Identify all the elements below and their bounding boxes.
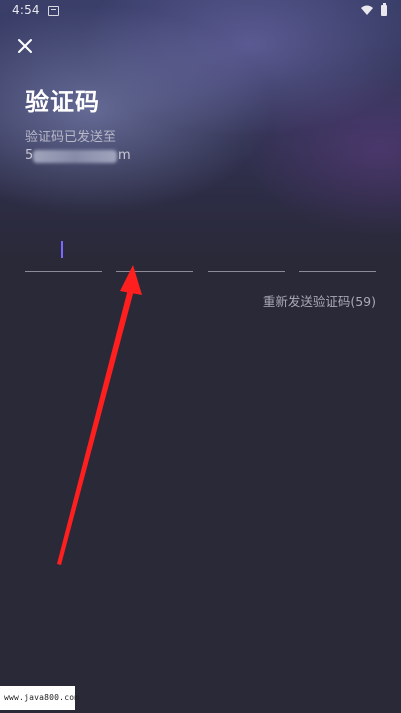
code-underline [116, 271, 193, 272]
resend-code-button[interactable]: 重新发送验证码(59) [263, 291, 376, 310]
close-button[interactable] [14, 35, 36, 57]
watermark: www.java800.com [0, 686, 79, 710]
page-title: 验证码 [25, 88, 100, 116]
text-cursor [61, 241, 63, 258]
code-underline [299, 271, 376, 272]
code-underline [208, 271, 285, 272]
code-digit-input-2[interactable] [116, 230, 193, 272]
sent-to-label: 验证码已发送至 [25, 130, 117, 145]
masked-email: 5 m [25, 148, 135, 166]
code-digit-input-1[interactable] [25, 230, 102, 272]
code-underline [25, 271, 102, 272]
notification-icon [48, 6, 59, 16]
status-bar: 4:54 [0, 0, 401, 22]
watermark-text: www.java800.com [4, 693, 80, 702]
battery-icon [381, 3, 387, 16]
code-digit-input-4[interactable] [299, 230, 376, 272]
close-icon [18, 39, 32, 53]
code-digit-input-3[interactable] [208, 230, 285, 272]
wifi-icon [361, 5, 373, 15]
status-time: 4:54 [12, 3, 40, 17]
email-visible-end: m [118, 148, 131, 163]
email-redaction [33, 150, 117, 163]
